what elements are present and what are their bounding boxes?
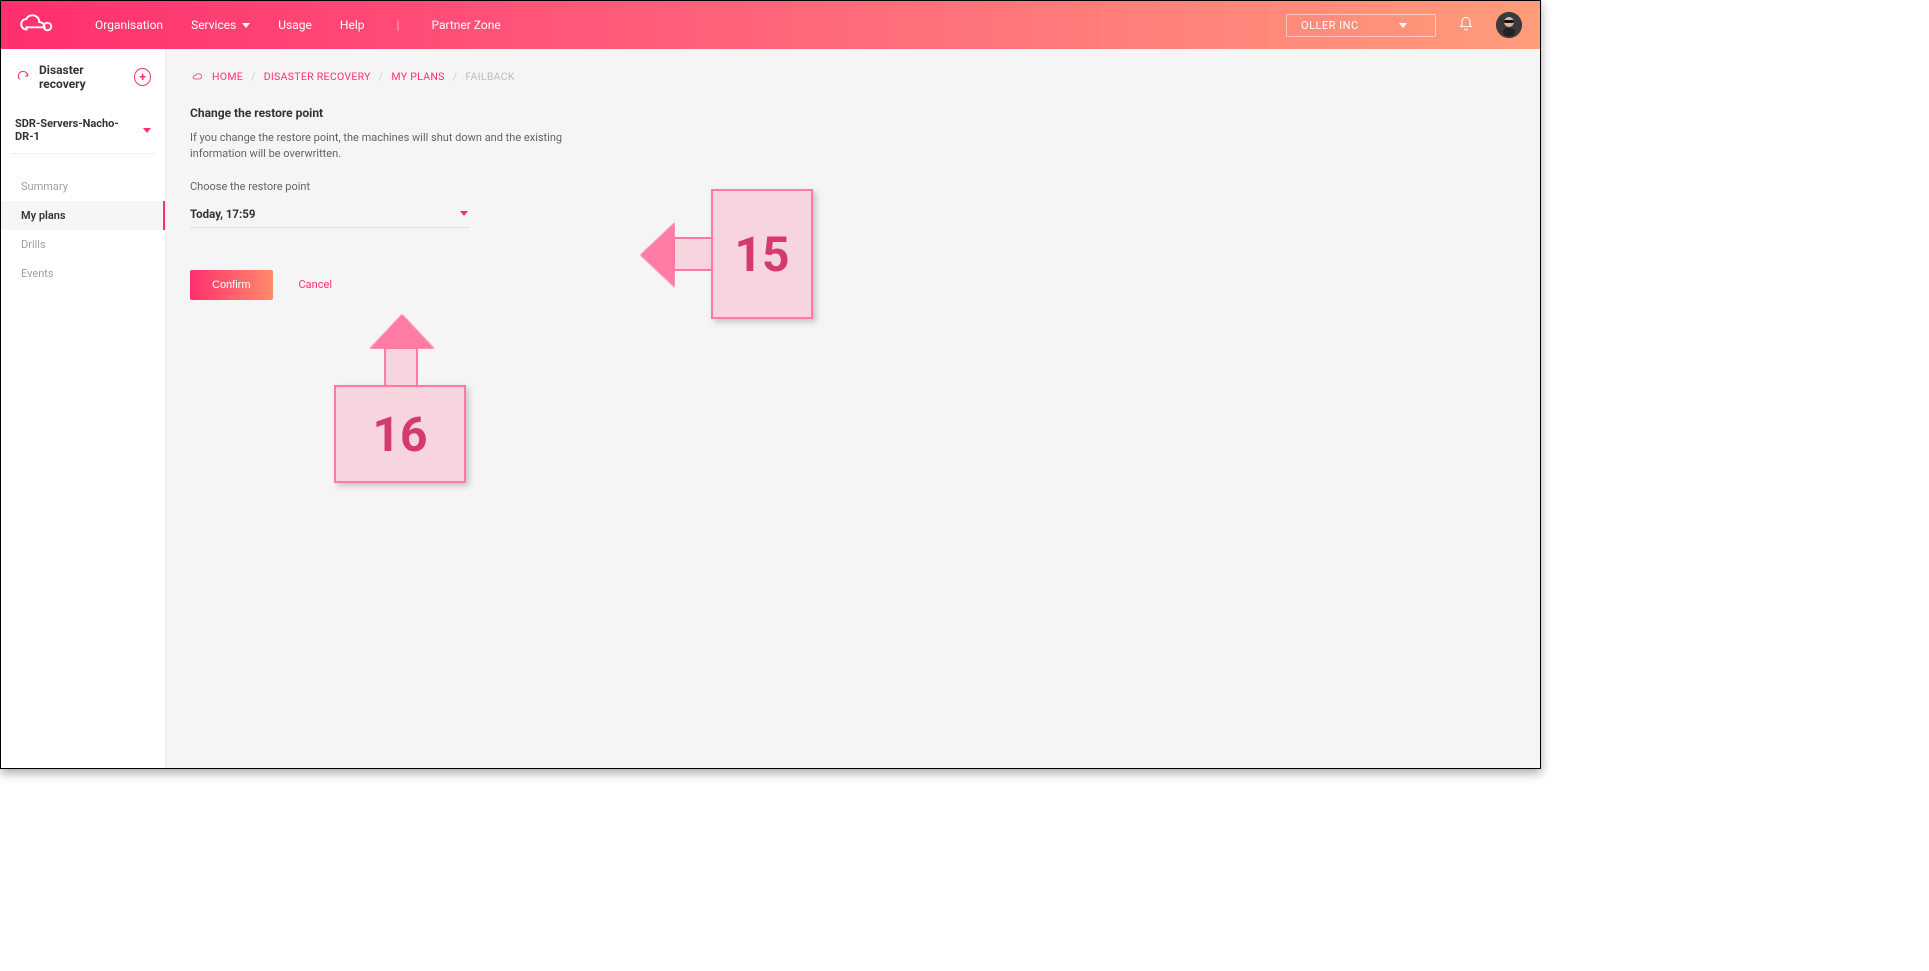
sidebar-item-drills[interactable]: Drills <box>1 230 165 259</box>
panel-title: Change the restore point <box>190 106 1516 120</box>
annotation-callout-15: 15 <box>711 189 813 319</box>
crumb-home[interactable]: HOME <box>212 70 243 83</box>
crumb-disaster-recovery[interactable]: DISASTER RECOVERY <box>264 70 371 83</box>
app-frame: Organisation Services Usage Help | Partn… <box>0 0 1541 769</box>
sidebar-item-events[interactable]: Events <box>1 259 165 288</box>
body-area: Disaster recovery + SDR-Servers-Nacho-DR… <box>1 49 1540 768</box>
annotation-number: 15 <box>734 226 789 283</box>
top-bar: Organisation Services Usage Help | Partn… <box>1 1 1540 49</box>
nav-partner-zone[interactable]: Partner Zone <box>431 18 500 32</box>
nav-organisation[interactable]: Organisation <box>95 18 163 32</box>
server-selector[interactable]: SDR-Servers-Nacho-DR-1 <box>11 107 155 154</box>
brand-logo[interactable] <box>19 13 55 37</box>
chevron-down-icon <box>1399 23 1407 28</box>
top-nav: Organisation Services Usage Help | Partn… <box>95 18 501 32</box>
panel-description: If you change the restore point, the mac… <box>190 130 570 162</box>
arrow-stem <box>384 347 418 387</box>
restore-point-label: Choose the restore point <box>190 180 1516 193</box>
main-content: HOME / DISASTER RECOVERY / MY PLANS / FA… <box>166 49 1540 768</box>
annotation-number: 16 <box>372 406 427 463</box>
server-selector-label: SDR-Servers-Nacho-DR-1 <box>15 117 135 143</box>
breadcrumb-separator: / <box>251 70 256 83</box>
confirm-button[interactable]: Confirm <box>190 270 273 300</box>
sidebar-nav: Summary My plans Drills Events <box>1 172 165 288</box>
arrow-left-icon <box>641 223 675 287</box>
disaster-recovery-icon <box>15 68 31 87</box>
org-selector[interactable]: OLLER INC <box>1286 14 1436 37</box>
sidebar: Disaster recovery + SDR-Servers-Nacho-DR… <box>1 49 166 768</box>
arrow-stem <box>673 237 713 271</box>
action-row: Confirm Cancel <box>190 270 1516 300</box>
sidebar-header: Disaster recovery + <box>1 49 165 101</box>
annotation-callout-16: 16 <box>334 385 466 483</box>
sidebar-title: Disaster recovery <box>39 63 126 91</box>
chevron-down-icon <box>460 211 468 216</box>
sidebar-item-summary[interactable]: Summary <box>1 172 165 201</box>
breadcrumb: HOME / DISASTER RECOVERY / MY PLANS / FA… <box>190 69 1516 84</box>
user-avatar[interactable] <box>1496 12 1522 38</box>
nav-services[interactable]: Services <box>191 18 250 32</box>
nav-separator: | <box>397 18 400 32</box>
chevron-down-icon <box>143 128 151 133</box>
notifications-icon[interactable] <box>1458 16 1474 35</box>
arrow-up-icon <box>370 315 434 349</box>
nav-usage[interactable]: Usage <box>278 18 312 32</box>
cancel-button[interactable]: Cancel <box>299 278 332 291</box>
restore-point-select[interactable]: Today, 17:59 <box>190 201 470 228</box>
sidebar-item-my-plans[interactable]: My plans <box>1 201 165 230</box>
breadcrumb-separator: / <box>379 70 384 83</box>
nav-help[interactable]: Help <box>340 18 365 32</box>
home-icon <box>190 69 204 84</box>
topbar-right: OLLER INC <box>1286 12 1522 38</box>
nav-services-label: Services <box>191 18 236 32</box>
cloud-logo-icon <box>19 13 55 37</box>
crumb-failback: FAILBACK <box>465 70 514 83</box>
add-plan-button[interactable]: + <box>134 68 151 86</box>
plus-icon: + <box>139 71 146 83</box>
breadcrumb-separator: / <box>453 70 458 83</box>
chevron-down-icon <box>242 23 250 28</box>
crumb-my-plans[interactable]: MY PLANS <box>391 70 444 83</box>
restore-point-value: Today, 17:59 <box>190 207 255 221</box>
org-selector-label: OLLER INC <box>1301 19 1359 32</box>
